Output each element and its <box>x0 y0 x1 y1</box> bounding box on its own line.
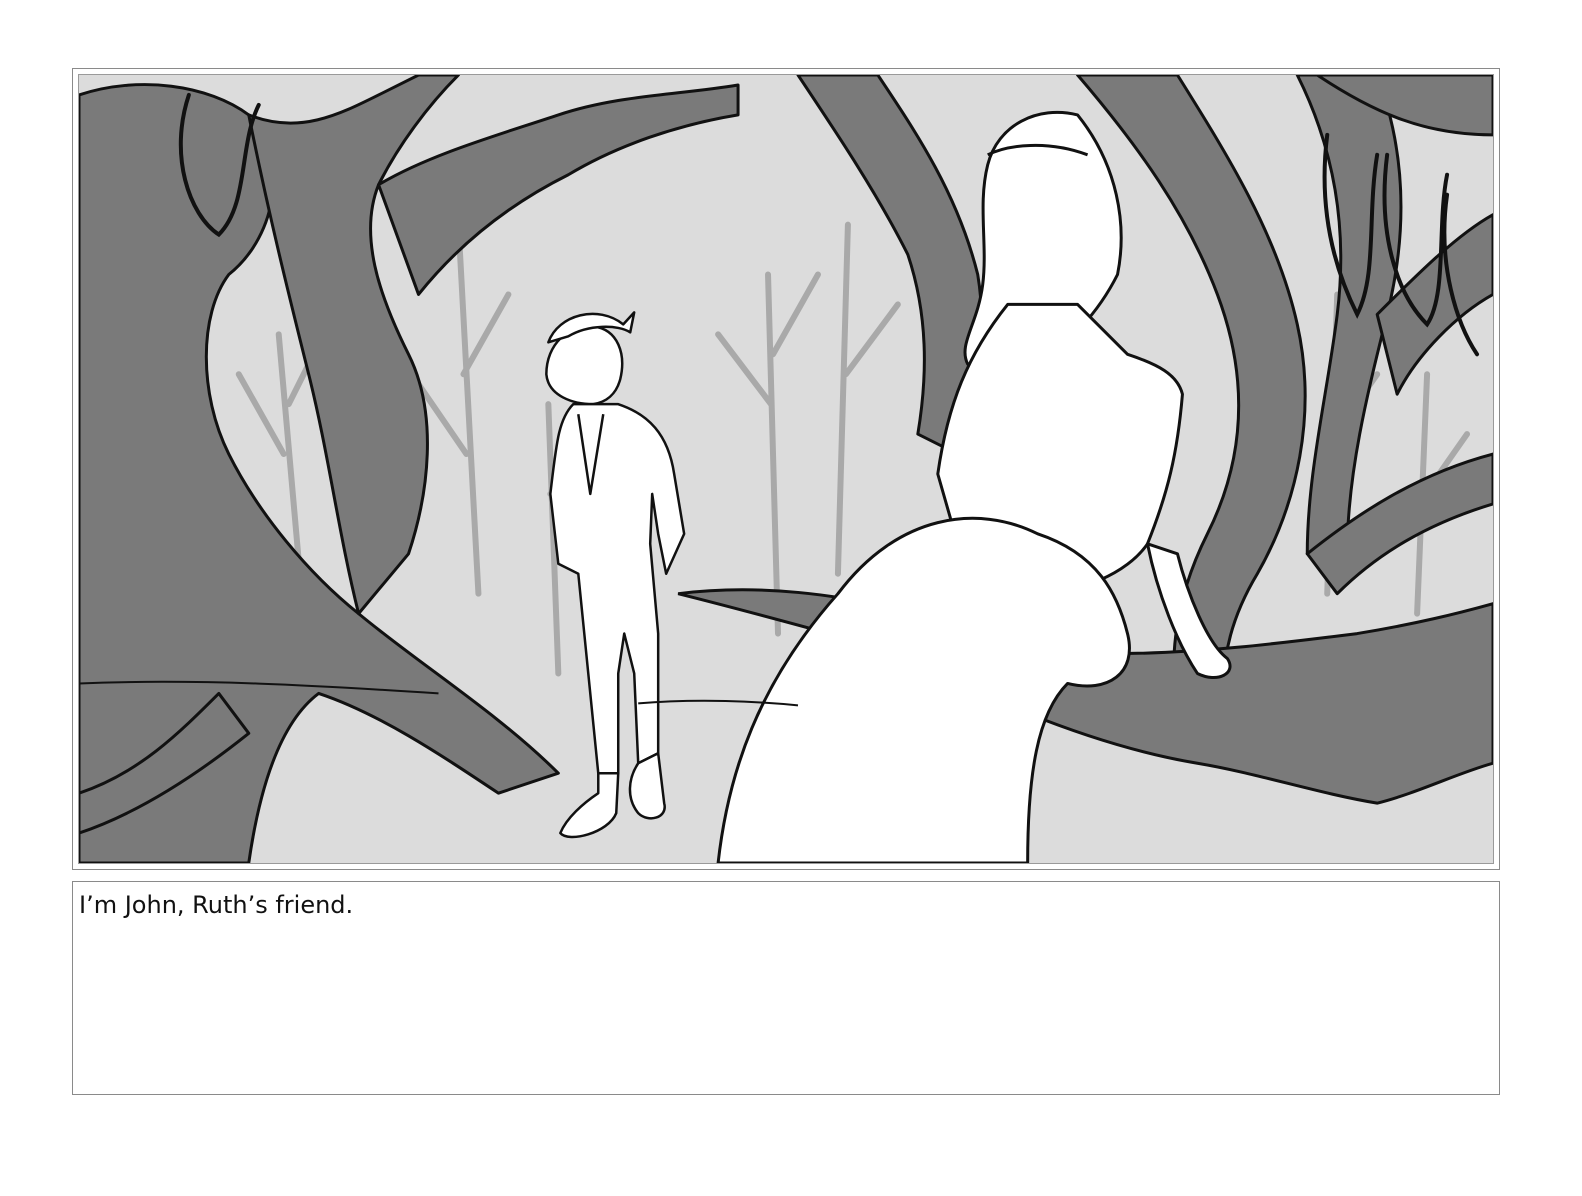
caption-box: I’m John, Ruth’s friend. <box>72 881 1500 1095</box>
caption-text: I’m John, Ruth’s friend. <box>79 891 354 919</box>
storyboard-panel-frame <box>72 68 1500 870</box>
forest-scene-illustration <box>79 75 1493 863</box>
storyboard-panel-image <box>78 74 1494 864</box>
